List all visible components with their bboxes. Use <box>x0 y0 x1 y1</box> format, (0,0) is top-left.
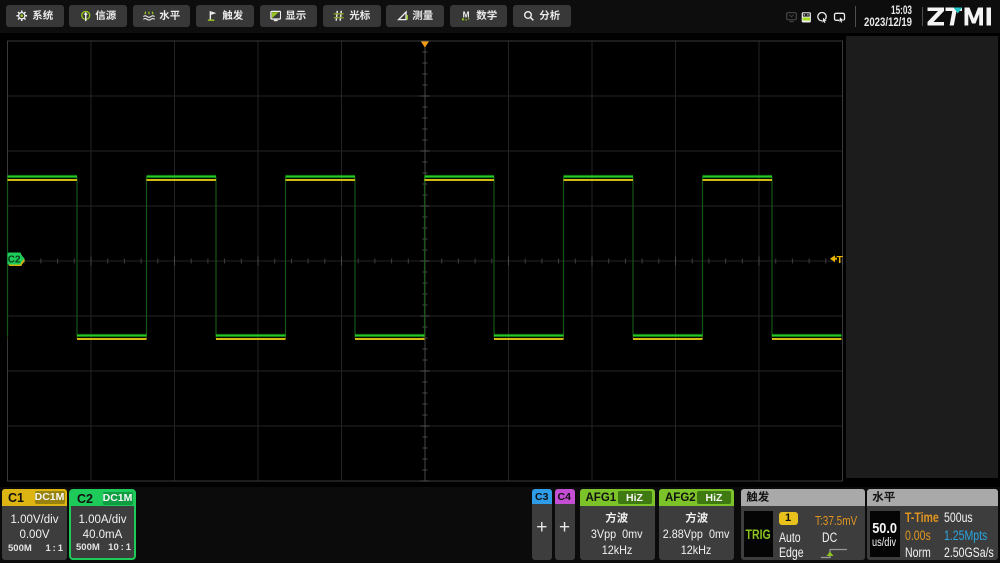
svg-text:T: T <box>837 254 844 266</box>
svg-text:M: M <box>462 11 469 20</box>
svg-text:C2: C2 <box>8 255 21 266</box>
svg-text:2023/12/19: 2023/12/19 <box>864 15 912 29</box>
